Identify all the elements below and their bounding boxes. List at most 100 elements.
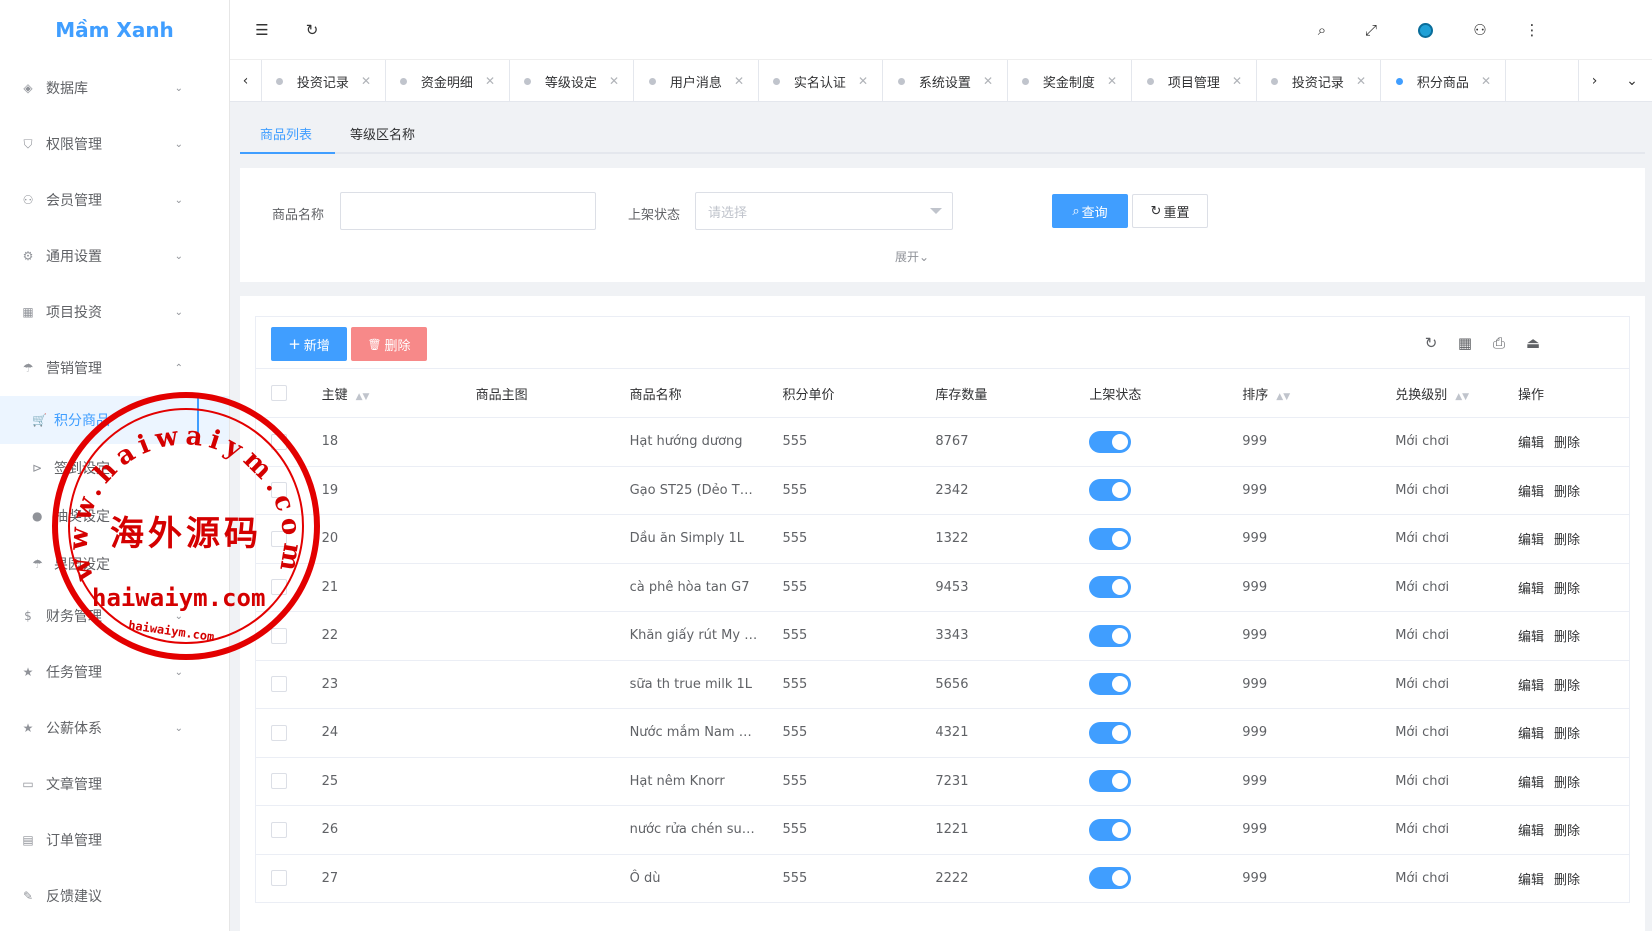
reset-button[interactable]: ↻ 重置 <box>1132 194 1208 228</box>
edit-link[interactable]: 编辑 <box>1518 824 1544 839</box>
edit-link[interactable]: 编辑 <box>1518 582 1544 597</box>
status-select[interactable]: 请选择 <box>695 192 953 230</box>
menu-fold-icon[interactable]: ☰ <box>252 20 272 40</box>
row-checkbox[interactable] <box>271 579 287 596</box>
delete-link[interactable]: 删除 <box>1554 533 1580 548</box>
edit-link[interactable]: 编辑 <box>1518 436 1544 451</box>
export-icon[interactable]: ⏏ <box>1523 333 1543 353</box>
tab-item[interactable]: 资金明细 ✕ <box>386 60 510 102</box>
delete-link[interactable]: 删除 <box>1554 679 1580 694</box>
sort-icon[interactable]: ▲▼ <box>1455 392 1469 402</box>
status-toggle[interactable] <box>1089 721 1132 744</box>
edit-link[interactable]: 编辑 <box>1518 630 1544 645</box>
tab-item[interactable]: 等级设定 ✕ <box>510 60 634 102</box>
status-toggle[interactable] <box>1089 527 1132 550</box>
tab-item[interactable]: 实名认证 ✕ <box>759 60 883 102</box>
row-checkbox[interactable] <box>271 530 287 547</box>
delete-link[interactable]: 删除 <box>1554 436 1580 451</box>
print-icon[interactable]: ⎙ <box>1489 333 1509 353</box>
delete-link[interactable]: 删除 <box>1554 727 1580 742</box>
refresh-icon[interactable]: ↻ <box>302 20 322 40</box>
tabs-next-icon[interactable]: › <box>1578 60 1610 102</box>
close-icon[interactable]: ✕ <box>983 74 993 88</box>
sort-icon[interactable]: ▲▼ <box>1276 392 1290 402</box>
edit-link[interactable]: 编辑 <box>1518 727 1544 742</box>
sidebar-item[interactable]: ▤ 订单管理 <box>0 812 229 868</box>
sidebar-item[interactable]: ✎ 反馈建议 <box>0 868 229 924</box>
close-icon[interactable]: ✕ <box>1356 74 1366 88</box>
status-toggle[interactable] <box>1089 576 1132 599</box>
more-icon[interactable]: ⋮ <box>1522 20 1542 40</box>
row-checkbox[interactable] <box>271 821 287 838</box>
sidebar-subitem[interactable]: ☂ 果园设定 <box>0 540 229 588</box>
row-checkbox[interactable] <box>271 676 287 693</box>
sidebar-item[interactable]: ▭ 文章管理 <box>0 756 229 812</box>
tabs-dropdown-icon[interactable]: ⌄ <box>1616 60 1648 102</box>
globe-icon[interactable] <box>1415 20 1435 40</box>
edit-link[interactable]: 编辑 <box>1518 679 1544 694</box>
sidebar-item[interactable]: ★ 公薪体系 ⌄ <box>0 700 229 756</box>
tabs-prev-icon[interactable]: ‹ <box>230 60 262 102</box>
sidebar-item[interactable]: ★ 任务管理 ⌄ <box>0 644 229 700</box>
sidebar-item[interactable]: ▦ 项目投资 ⌄ <box>0 284 229 340</box>
tab-level-zone[interactable]: 等级区名称 <box>350 124 415 143</box>
tab-item[interactable]: 投资记录 ✕ <box>262 60 386 102</box>
close-icon[interactable]: ✕ <box>734 74 744 88</box>
sidebar-item[interactable]: ⚇ 会员管理 ⌄ <box>0 172 229 228</box>
edit-link[interactable]: 编辑 <box>1518 533 1544 548</box>
row-checkbox[interactable] <box>271 773 287 790</box>
tab-product-list[interactable]: 商品列表 <box>260 124 312 143</box>
user-icon[interactable]: ⚇ <box>1470 20 1490 40</box>
tab-item[interactable]: 项目管理 ✕ <box>1133 60 1257 102</box>
sidebar-item[interactable]: ◈ 数据库 ⌄ <box>0 60 229 116</box>
delete-link[interactable]: 删除 <box>1554 485 1580 500</box>
close-icon[interactable]: ✕ <box>609 74 619 88</box>
edit-link[interactable]: 编辑 <box>1518 776 1544 791</box>
status-toggle[interactable] <box>1089 818 1132 841</box>
sidebar-subitem[interactable]: 🛒 积分商品 <box>0 396 229 444</box>
row-checkbox[interactable] <box>271 433 287 450</box>
edit-link[interactable]: 编辑 <box>1518 485 1544 500</box>
status-toggle[interactable] <box>1089 673 1132 696</box>
delete-link[interactable]: 删除 <box>1554 582 1580 597</box>
delete-link[interactable]: 删除 <box>1554 824 1580 839</box>
delete-link[interactable]: 删除 <box>1554 873 1580 888</box>
close-icon[interactable]: ✕ <box>361 74 371 88</box>
status-toggle[interactable] <box>1089 770 1132 793</box>
sidebar-subitem[interactable]: ⊳ 签到设定 <box>0 444 229 492</box>
batch-delete-button[interactable]: 🗑 删除 <box>351 327 427 361</box>
row-checkbox[interactable] <box>271 724 287 741</box>
tab-item[interactable]: 系统设置 ✕ <box>884 60 1008 102</box>
close-icon[interactable]: ✕ <box>485 74 495 88</box>
delete-link[interactable]: 删除 <box>1554 630 1580 645</box>
refresh-icon[interactable]: ↻ <box>1421 333 1441 353</box>
add-button[interactable]: + 新增 <box>271 327 347 361</box>
select-all-checkbox[interactable] <box>271 385 287 401</box>
search-icon[interactable]: ⌕ <box>1312 20 1332 40</box>
sidebar-item[interactable]: ⛉ 权限管理 ⌄ <box>0 116 229 172</box>
tab-item[interactable]: 用户消息 ✕ <box>635 60 759 102</box>
fullscreen-icon[interactable]: ⤢ <box>1361 20 1381 40</box>
close-icon[interactable]: ✕ <box>858 74 868 88</box>
close-icon[interactable]: ✕ <box>1107 74 1117 88</box>
sidebar-subitem[interactable]: ● 抽奖设定 <box>0 492 229 540</box>
query-button[interactable]: ⌕ 查询 <box>1052 194 1128 228</box>
row-checkbox[interactable] <box>271 627 287 644</box>
row-checkbox[interactable] <box>271 482 287 499</box>
sidebar-item[interactable]: $ 财务管理 ⌄ <box>0 588 229 644</box>
tab-item[interactable]: 积分商品 ✕ <box>1382 60 1506 102</box>
sidebar-item[interactable]: ☂ 营销管理 ⌃ <box>0 340 229 396</box>
close-icon[interactable]: ✕ <box>1481 74 1491 88</box>
status-toggle[interactable] <box>1089 479 1132 502</box>
status-toggle[interactable] <box>1089 867 1132 890</box>
sidebar-item[interactable]: ⚙ 通用设置 ⌄ <box>0 228 229 284</box>
expand-toggle[interactable]: 展开⌄ <box>895 248 929 265</box>
tab-item[interactable]: 奖金制度 ✕ <box>1008 60 1132 102</box>
close-icon[interactable]: ✕ <box>1232 74 1242 88</box>
row-checkbox[interactable] <box>271 870 287 887</box>
columns-icon[interactable]: ▦ <box>1455 333 1475 353</box>
delete-link[interactable]: 删除 <box>1554 776 1580 791</box>
tab-item[interactable]: 投资记录 ✕ <box>1257 60 1381 102</box>
status-toggle[interactable] <box>1089 430 1132 453</box>
edit-link[interactable]: 编辑 <box>1518 873 1544 888</box>
